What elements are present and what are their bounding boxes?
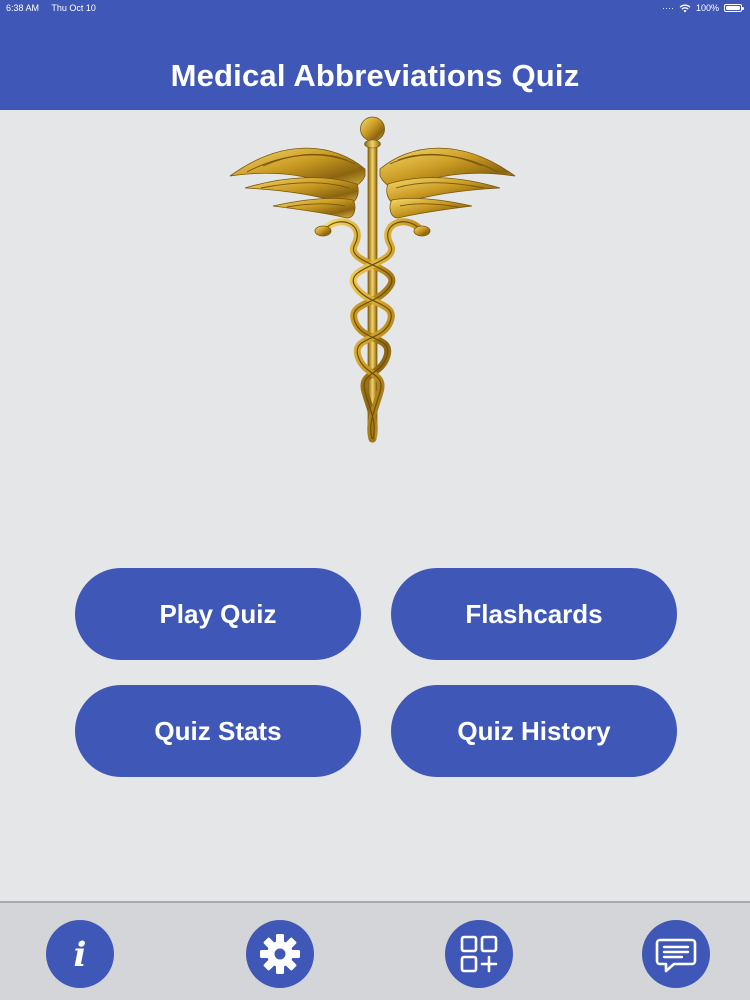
chat-bubble-icon [655,938,697,973]
status-left: 6:38 AM Thu Oct 10 [6,0,106,16]
status-bar: 6:38 AM Thu Oct 10 ···· 100% [0,0,750,16]
info-icon: i [74,935,87,974]
settings-button[interactable] [246,920,314,988]
quiz-stats-button[interactable]: Quiz Stats [75,685,361,777]
apps-add-icon [460,935,498,973]
info-button[interactable]: i [46,920,114,988]
gear-icon [260,934,300,974]
bottom-toolbar: i [0,901,750,1000]
header-bar: 6:38 AM Thu Oct 10 ···· 100% Medical Abb… [0,0,750,110]
battery-percent: 100% [695,3,719,13]
feedback-button[interactable] [642,920,710,988]
battery-icon [724,4,744,12]
wifi-icon [679,4,691,12]
page-title: Medical Abbreviations Quiz [170,58,580,93]
status-right: ···· 100% [661,0,744,16]
more-apps-button[interactable] [445,920,513,988]
status-time: 6:38 AM [6,3,40,13]
svg-text:i: i [74,935,87,974]
caduceus-icon [229,116,516,443]
play-quiz-button[interactable]: Play Quiz [75,568,361,660]
quiz-history-button[interactable]: Quiz History [391,685,677,777]
flashcards-button[interactable]: Flashcards [391,568,677,660]
status-date: Thu Oct 10 [51,3,96,13]
cellular-dots-icon: ···· [661,3,674,13]
